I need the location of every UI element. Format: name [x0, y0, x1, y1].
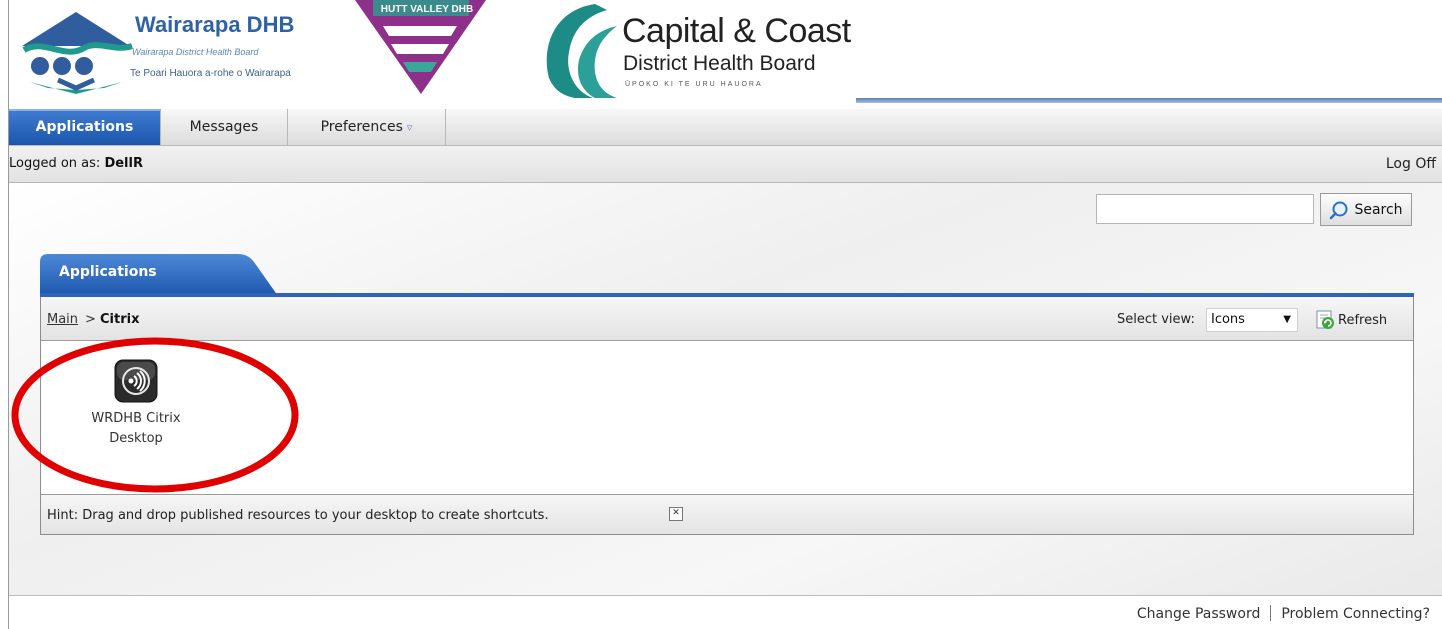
search-button-label: Search — [1354, 201, 1403, 218]
chevron-down-icon: ▿ — [406, 121, 413, 134]
search-button[interactable]: Search — [1320, 193, 1412, 226]
log-off-link[interactable]: Log Off — [1386, 156, 1436, 172]
capital-coast-maori: ŪPOKO KI TE URU HAUORA — [625, 81, 763, 88]
footer-divider — [9, 595, 1442, 596]
tab-messages-label: Messages — [189, 119, 259, 135]
breadcrumb-current: Citrix — [100, 312, 140, 327]
select-view-value: Icons — [1211, 312, 1245, 327]
capital-coast-subtitle: District Health Board — [623, 52, 816, 75]
refresh-icon — [1316, 310, 1334, 329]
change-password-link[interactable]: Change Password — [1137, 606, 1260, 622]
tab-applications[interactable]: Applications — [9, 109, 161, 145]
hint-text: Hint: Drag and drop published resources … — [47, 508, 549, 523]
panel-tab-applications[interactable]: Applications — [59, 264, 157, 280]
highlight-circle — [11, 337, 299, 493]
header-rule — [856, 98, 1442, 103]
select-view-dropdown[interactable]: Icons ▼ — [1206, 308, 1298, 332]
problem-connecting-link[interactable]: Problem Connecting? — [1281, 606, 1430, 622]
logged-on-label: Logged on as: — [9, 156, 101, 171]
wairarapa-dhb-subtitle: Wairarapa District Health Board — [132, 47, 259, 57]
select-view-label: Select view: — [1117, 312, 1195, 327]
tab-preferences[interactable]: Preferences ▿ — [288, 109, 446, 145]
wairarapa-dhb-maori: Te Poari Hauora a-rohe o Wairarapa — [130, 68, 291, 79]
footer-links: Change Password Problem Connecting? — [1137, 605, 1430, 622]
refresh-label: Refresh — [1338, 312, 1388, 328]
hint-bar: Hint: Drag and drop published resources … — [41, 494, 1413, 534]
main-nav-bar: Applications Messages Preferences ▿ — [9, 109, 1442, 146]
search-input[interactable] — [1096, 194, 1314, 224]
hutt-valley-name: HUTT VALLEY DHB — [380, 4, 474, 15]
close-icon[interactable]: ✕ — [669, 507, 683, 521]
refresh-button[interactable]: Refresh — [1315, 307, 1387, 333]
breadcrumb-main-link[interactable]: Main — [47, 312, 78, 327]
status-bar: Logged on as: DellR Log Off — [9, 146, 1442, 183]
wairarapa-dhb-name: Wairarapa DHB — [135, 12, 295, 37]
capital-coast-title: Capital & Coast — [622, 12, 851, 50]
breadcrumb-separator: > — [85, 312, 96, 327]
logged-on-user: DellR — [104, 156, 143, 171]
tab-messages[interactable]: Messages — [161, 109, 288, 145]
footer-separator — [1270, 605, 1272, 621]
tab-preferences-label: Preferences — [320, 119, 403, 135]
search-icon — [1330, 201, 1348, 219]
tab-applications-label: Applications — [35, 119, 134, 135]
logged-on-text: Logged on as: DellR — [9, 156, 143, 171]
dropdown-arrow-icon: ▼ — [1283, 314, 1291, 325]
